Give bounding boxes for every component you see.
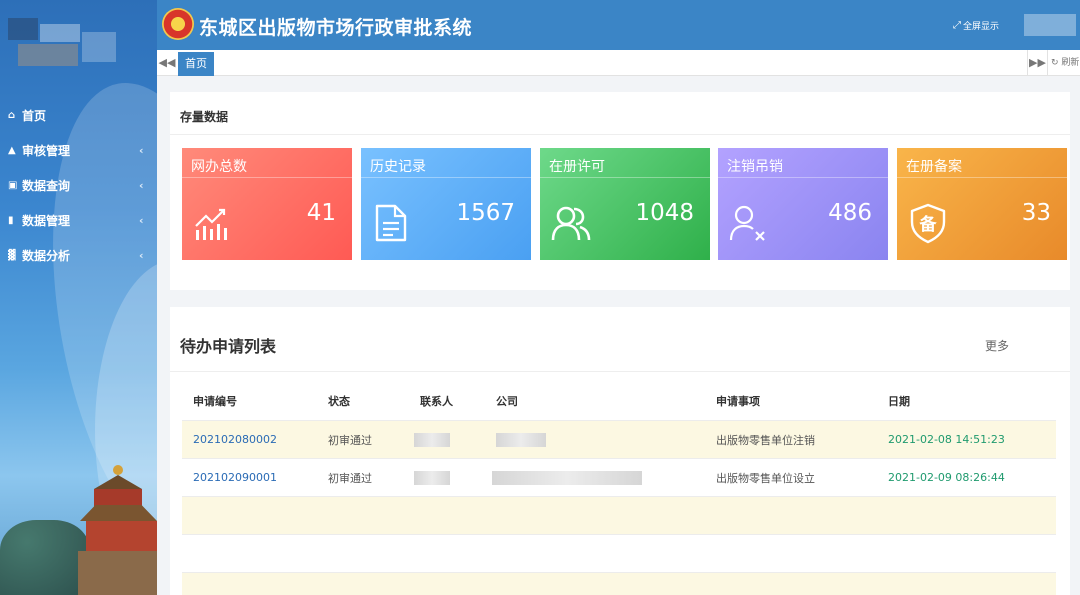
stat-card-registered-license[interactable]: 在册许可 1048 [540,148,710,260]
status-cell: 初审通过 [328,433,372,447]
stat-card-label: 注销吊销 [727,159,783,175]
top-header: 东城区出版物市场行政审批系统 ⤢ 全屏显示 [157,0,1080,50]
pending-table: 申请编号 状态 联系人 公司 申请事项 日期 202102080002 初审通过… [182,382,1056,595]
table-row[interactable]: 202102080002 初审通过 出版物零售单位注销 2021-02-08 1… [182,420,1056,458]
tab-home[interactable]: 首页 [178,52,214,76]
user-remove-icon [729,205,765,241]
stat-card-label: 在册许可 [549,159,605,175]
stat-card-value: 33 [1021,200,1051,226]
application-id-link[interactable]: 202102090001 [193,471,277,484]
calendar-icon: ▣ [8,180,18,191]
application-item-cell: 出版物零售单位设立 [716,471,815,485]
fullscreen-label: 全屏显示 [963,22,1000,32]
column-header: 申请事项 [716,395,760,408]
home-icon: ⌂ [8,110,16,121]
refresh-button[interactable]: ↻ 刷新 [1047,50,1079,76]
divider [170,134,1070,135]
user-avatar-blurred [8,18,118,73]
pending-list-title: 待办申请列表 [180,337,277,356]
binoculars-icon: ▲ [8,145,16,156]
tree-decoration [0,520,90,595]
sidebar-nav: ⌂ 首页 ▲ 审核管理 ‹ ▣ 数据查询 ‹ ▮ 数据管理 ‹ ▓ 数据分析 ‹ [0,98,157,273]
eraser-icon: ▮ [8,215,14,226]
column-header: 日期 [888,395,910,408]
stats-panel: 存量数据 网办总数 41 历史记录 1567 在册许可 1048 注销吊销 48… [170,92,1070,290]
column-header: 公司 [496,395,518,408]
stat-card-value: 1567 [456,200,515,226]
application-id-link[interactable]: 202102080002 [193,433,277,446]
divider [170,371,1070,372]
stat-card-value: 41 [306,200,336,226]
table-row[interactable]: 202102090001 初审通过 出版物零售单位设立 2021-02-09 0… [182,458,1056,496]
pending-list-panel: 待办申请列表 更多 申请编号 状态 联系人 公司 申请事项 日期 2021020… [170,307,1070,595]
refresh-icon: ↻ [1051,58,1059,68]
sidebar-item-label: 数据分析 [22,249,71,263]
sidebar-item-analysis[interactable]: ▓ 数据分析 ‹ [0,238,157,273]
more-link[interactable]: 更多 [985,337,1009,354]
shield-record-glyph: 备 [919,214,938,235]
chevron-left-icon: ‹ [139,249,144,262]
tab-scroll-left-button[interactable]: ◀◀ [157,50,177,76]
national-emblem-icon [162,8,194,40]
stat-card-label: 在册备案 [906,159,962,175]
tab-bar: ◀◀ 首页 ▶▶ ↻ 刷新 [157,50,1080,76]
stat-card-registered-record[interactable]: 在册备案 备 33 [897,148,1067,260]
sidebar-item-review[interactable]: ▲ 审核管理 ‹ [0,133,157,168]
empty-table-row [182,572,1056,595]
users-icon [551,206,591,241]
column-header: 申请编号 [193,395,237,408]
stat-card-online-total[interactable]: 网办总数 41 [182,148,352,260]
date-cell: 2021-02-09 08:26:44 [888,471,1005,484]
column-header: 联系人 [420,395,453,408]
sidebar-item-query[interactable]: ▣ 数据查询 ‹ [0,168,157,203]
sidebar-item-label: 审核管理 [22,144,71,158]
status-cell: 初审通过 [328,471,372,485]
application-item-cell: 出版物零售单位注销 [716,433,815,447]
fullscreen-button[interactable]: ⤢ 全屏显示 [953,19,999,32]
empty-table-row [182,496,1056,534]
bar-chart-icon: ▓ [8,250,16,261]
table-header: 申请编号 状态 联系人 公司 申请事项 日期 [182,382,1056,420]
sidebar-item-label: 数据查询 [22,179,71,193]
sidebar-item-home[interactable]: ⌂ 首页 [0,98,157,133]
contact-blurred [414,433,450,447]
system-title: 东城区出版物市场行政审批系统 [199,17,473,39]
double-chevron-right-icon: ▶▶ [1029,56,1046,69]
stat-card-revoked[interactable]: 注销吊销 486 [718,148,888,260]
expand-icon: ⤢ [953,20,961,31]
chevron-left-icon: ‹ [139,179,144,192]
stats-panel-title: 存量数据 [180,110,229,124]
sidebar: ⌂ 首页 ▲ 审核管理 ‹ ▣ 数据查询 ‹ ▮ 数据管理 ‹ ▓ 数据分析 ‹ [0,0,157,595]
stat-card-history[interactable]: 历史记录 1567 [361,148,531,260]
contact-blurred [414,471,450,485]
empty-table-row [182,534,1056,572]
chevron-left-icon: ‹ [139,144,144,157]
stat-card-label: 历史记录 [370,159,426,175]
trend-chart-icon [195,208,227,240]
header-user-blurred[interactable] [1024,14,1076,36]
chevron-left-icon: ‹ [139,214,144,227]
sidebar-item-label: 数据管理 [22,214,71,228]
sidebar-item-manage[interactable]: ▮ 数据管理 ‹ [0,203,157,238]
stat-card-label: 网办总数 [191,159,247,175]
stat-card-value: 1048 [635,200,694,226]
refresh-label: 刷新 [1061,58,1080,68]
sidebar-item-label: 首页 [22,109,47,123]
double-chevron-left-icon: ◀◀ [158,56,176,69]
document-icon [375,204,407,242]
shield-record-icon: 备 [910,203,946,244]
pagoda-illustration [78,455,157,595]
tab-scroll-right-button[interactable]: ▶▶ [1027,50,1047,76]
stat-card-value: 486 [828,200,872,226]
column-header: 状态 [328,395,350,408]
date-cell: 2021-02-08 14:51:23 [888,433,1005,446]
company-blurred [496,433,546,447]
company-blurred [492,471,642,485]
